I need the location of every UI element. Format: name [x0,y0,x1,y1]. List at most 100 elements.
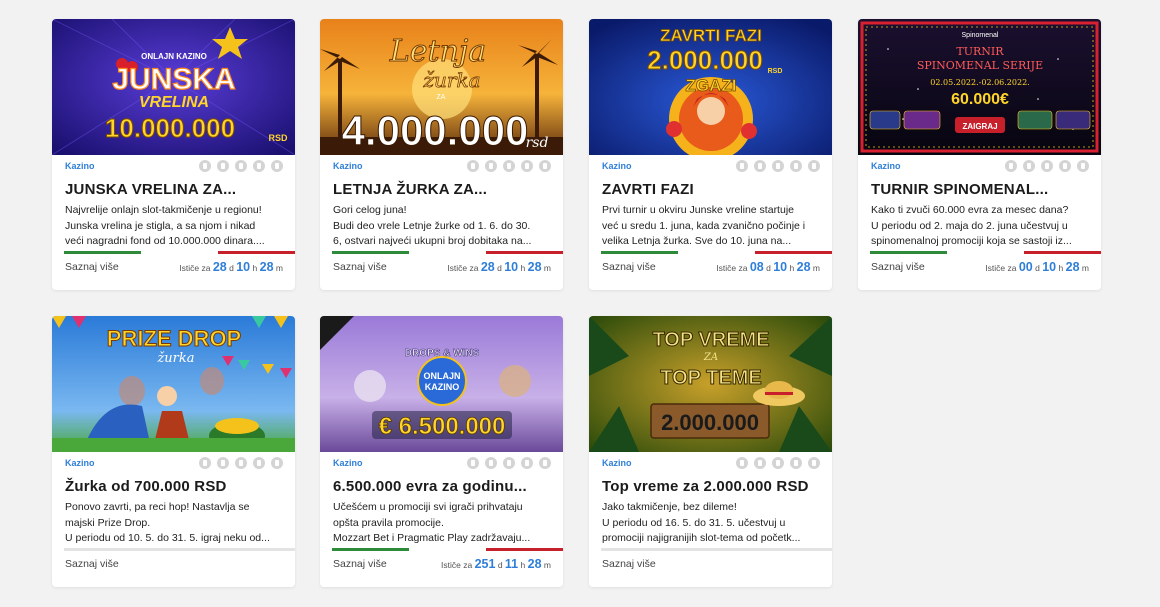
desc-line: Najvrelije onlajn slot-takmičenje u regi… [65,204,262,216]
card-title[interactable]: 6.500.000 evra za godinu... [320,474,563,500]
twitter-icon[interactable] [1059,160,1071,172]
viber-icon[interactable] [754,160,766,172]
promo-card-letnja-zurka[interactable]: Letnja žurka ZA 4.000.000 rsd Kazino LET… [320,19,563,290]
learn-more-link[interactable]: Saznaj više [333,558,387,570]
promo-card-zavrti-fazi[interactable]: ZAVRTI FAZI 2.000.000 RSD ZGAZI Kazino Z… [589,19,832,290]
link-icon[interactable] [271,457,283,469]
timer-label: Ističe za [716,263,748,273]
timer-label: Ističe za [441,560,473,570]
viber-icon[interactable] [485,457,497,469]
banner-currency: RSD [268,133,288,143]
timer-unit: h [789,263,795,273]
promo-banner[interactable]: DROPS & WINS ONLAJN KAZINO € 6.500.000 [320,316,563,452]
timer-unit: d [497,560,503,570]
whatsapp-icon[interactable] [1041,160,1053,172]
card-title[interactable]: Top vreme za 2.000.000 RSD [589,474,832,500]
viber-icon[interactable] [754,457,766,469]
timer-unit: d [1035,263,1040,273]
promo-banner[interactable]: Spinomenal TURNIR SPINOMENAL SERIJE 02.0… [858,19,1101,155]
desc-line: promociji najigranijih slot-tema od poče… [602,532,801,544]
link-icon[interactable] [271,160,283,172]
category-label[interactable]: Kazino [65,458,95,468]
category-label[interactable]: Kazino [871,161,901,171]
promo-banner[interactable]: TOP VREME ZA TOP TEME 2.000.000 [589,316,832,452]
timer-days: 00 [1018,260,1033,274]
timer-minutes: 28 [796,260,811,274]
learn-more-link[interactable]: Saznaj više [65,558,119,570]
banner-title-2: žurka [422,68,480,92]
share-icons [199,160,283,172]
facebook-icon[interactable] [736,160,748,172]
twitter-icon[interactable] [253,160,265,172]
card-title[interactable]: TURNIR SPINOMENAL... [858,177,1101,203]
learn-more-link[interactable]: Saznaj više [65,261,119,273]
card-description: Jako takmičenje, bez dileme! U periodu o… [589,500,832,548]
whatsapp-icon[interactable] [235,160,247,172]
promo-banner[interactable]: Letnja žurka ZA 4.000.000 rsd [320,19,563,155]
promo-banner[interactable]: ONLAJN KAZINO JUNSKA VRELINA 10.000.000 … [52,19,295,155]
timer-unit: h [1058,263,1064,273]
learn-more-link[interactable]: Saznaj više [602,261,656,273]
twitter-icon[interactable] [790,160,802,172]
desc-line: Junska vrelina je stigla, a sa njom i ni… [65,219,256,232]
facebook-icon[interactable] [199,457,211,469]
facebook-icon[interactable] [199,160,211,172]
desc-line: Učešćem u promociji svi igrači prihvataj… [333,501,523,513]
whatsapp-icon[interactable] [772,457,784,469]
timer-days: 28 [480,260,495,274]
desc-line: već u sredu 1. juna, kada zvanično počin… [602,219,806,232]
countdown-timer: Ističe za 28 d 10 h 28 m [179,260,283,274]
link-icon[interactable] [808,457,820,469]
facebook-icon[interactable] [736,457,748,469]
twitter-icon[interactable] [253,457,265,469]
category-label[interactable]: Kazino [333,458,363,468]
learn-more-link[interactable]: Saznaj više [333,261,387,273]
promo-card-top-vreme[interactable]: TOP VREME ZA TOP TEME 2.000.000 Kazino T… [589,316,832,587]
facebook-icon[interactable] [1005,160,1017,172]
promo-card-junska-vrelina[interactable]: ONLAJN KAZINO JUNSKA VRELINA 10.000.000 … [52,19,295,290]
card-title[interactable]: LETNJA ŽURKA ZA... [320,177,563,203]
category-label[interactable]: Kazino [602,161,632,171]
whatsapp-icon[interactable] [503,457,515,469]
promo-card-drops-wins[interactable]: DROPS & WINS ONLAJN KAZINO € 6.500.000 K… [320,316,563,587]
card-title[interactable]: Žurka od 700.000 RSD [52,474,295,500]
card-title[interactable]: JUNSKA VRELINA ZA... [52,177,295,203]
card-title[interactable]: ZAVRTI FAZI [589,177,832,203]
category-label[interactable]: Kazino [333,161,363,171]
timer-label: Ističe za [985,263,1017,273]
learn-more-link[interactable]: Saznaj više [602,558,656,570]
whatsapp-icon[interactable] [772,160,784,172]
twitter-icon[interactable] [521,160,533,172]
flag-bar [601,251,832,254]
link-icon[interactable] [1077,160,1089,172]
link-icon[interactable] [808,160,820,172]
facebook-icon[interactable] [467,160,479,172]
banner-title: PRIZE DROP [107,326,241,351]
share-icons [1005,160,1089,172]
promo-card-prize-drop[interactable]: PRIZE DROP žurka Kazino Žurka od 700.000… [52,316,295,587]
facebook-icon[interactable] [467,457,479,469]
learn-more-link[interactable]: Saznaj više [871,261,925,273]
viber-icon[interactable] [1023,160,1035,172]
link-icon[interactable] [539,160,551,172]
twitter-icon[interactable] [790,457,802,469]
timer-unit: d [229,263,234,273]
whatsapp-icon[interactable] [503,160,515,172]
whatsapp-icon[interactable] [235,457,247,469]
link-icon[interactable] [539,457,551,469]
category-label[interactable]: Kazino [65,161,95,171]
promo-banner[interactable]: PRIZE DROP žurka [52,316,295,452]
promo-card-turnir-spinomenal[interactable]: Spinomenal TURNIR SPINOMENAL SERIJE 02.0… [858,19,1101,290]
divider-bar [601,548,832,551]
viber-icon[interactable] [485,160,497,172]
timer-hours: 11 [504,557,519,571]
timer-unit: m [812,263,820,273]
timer-days: 251 [474,557,496,571]
viber-icon[interactable] [217,457,229,469]
twitter-icon[interactable] [521,457,533,469]
promo-banner[interactable]: ZAVRTI FAZI 2.000.000 RSD ZGAZI [589,19,832,155]
banner-amount: 4.000.000 [342,107,529,154]
viber-icon[interactable] [217,160,229,172]
timer-unit: h [520,560,526,570]
category-label[interactable]: Kazino [602,458,632,468]
